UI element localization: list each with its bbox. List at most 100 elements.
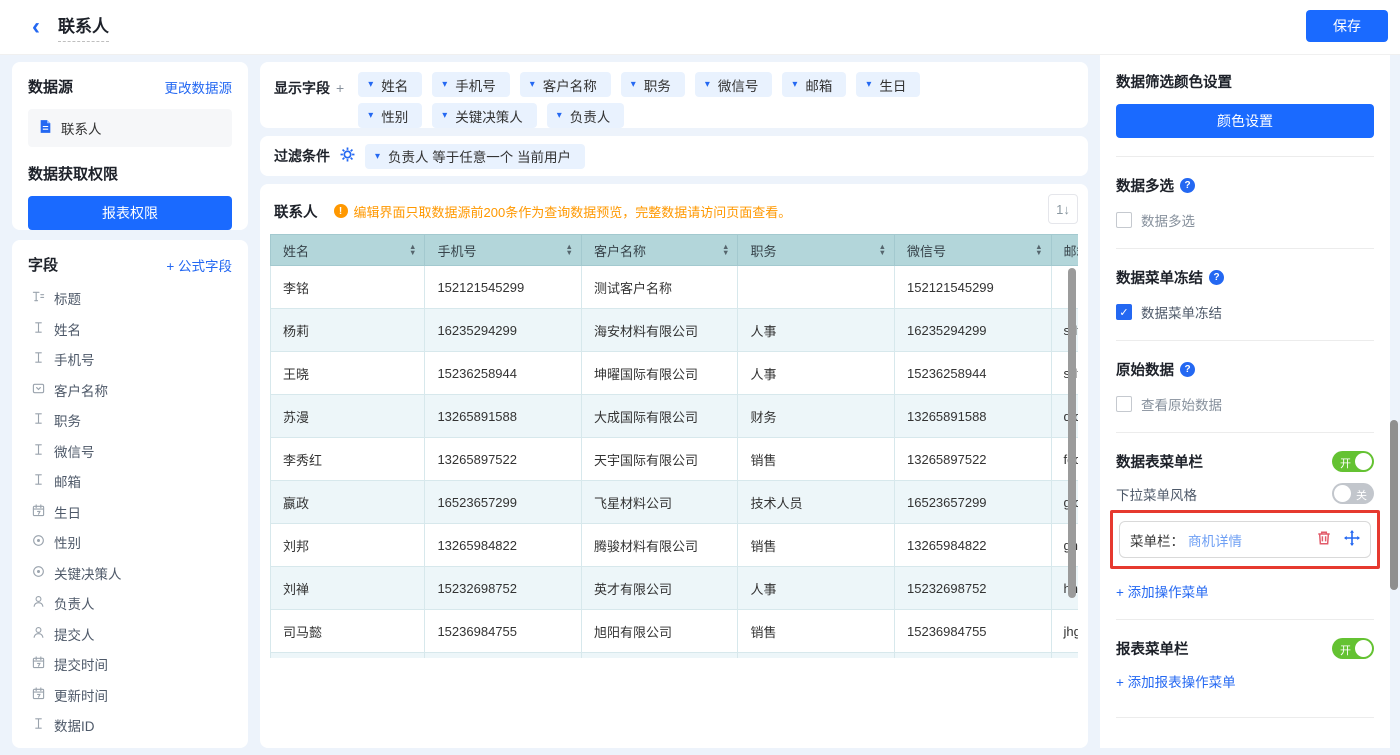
trash-icon[interactable] [1316, 530, 1332, 549]
table-row[interactable]: 司马懿15236984755旭阳有限公司销售15236984755jhgj@16 [271, 610, 1079, 653]
table-row[interactable]: 苏漫13265891588大成国际有限公司财务13265891588dfdf@1 [271, 395, 1079, 438]
field-item-提交人[interactable]: 提交人 [28, 619, 232, 650]
table-row[interactable]: 王晓15236258944坤曜国际有限公司人事15236258944sdfs@1 [271, 352, 1079, 395]
table-vertical-scrollbar[interactable] [1068, 268, 1076, 598]
field-item-客户名称[interactable]: 客户名称 [28, 375, 232, 406]
text-icon [32, 473, 45, 489]
chip-label: 微信号 [718, 75, 759, 95]
table-row[interactable]: 嬴政16523657299飞星材料公司技术人员16523657299gfdg@1 [271, 481, 1079, 524]
field-item-姓名[interactable]: 姓名 [28, 314, 232, 345]
column-header-微信号[interactable]: 微信号▲▼ [895, 235, 1052, 266]
field-item-微信号[interactable]: 微信号 [28, 436, 232, 467]
display-field-chip-手机号[interactable]: ▾手机号 [432, 72, 510, 97]
table-cell: 大成国际有限公司 [581, 395, 738, 438]
table-row[interactable]: 李铭152121545299测试客户名称152121545299 [271, 266, 1079, 309]
display-field-chip-性别[interactable]: ▾性别 [358, 103, 422, 128]
sort-carets-icon[interactable]: ▲▼ [566, 244, 573, 256]
calendar-icon [32, 687, 45, 703]
datasource-title: 数据源 [28, 76, 73, 97]
multi-select-checkbox-row[interactable]: 数据多选 [1116, 210, 1374, 230]
display-field-chip-姓名[interactable]: ▾姓名 [358, 72, 422, 97]
field-item-生日[interactable]: 生日 [28, 497, 232, 528]
sort-carets-icon[interactable]: ▲▼ [1035, 244, 1042, 256]
report-menu-title: 报表菜单栏 [1116, 638, 1189, 659]
table-menu-toggle[interactable]: 开 [1332, 451, 1374, 472]
table-row[interactable]: 杨莉16235294299海安材料有限公司人事16235294299sdfsd@ [271, 309, 1079, 352]
field-item-邮箱[interactable]: 邮箱 [28, 466, 232, 497]
display-field-chip-客户名称[interactable]: ▾客户名称 [520, 72, 611, 97]
color-settings-title: 数据筛选颜色设置 [1116, 71, 1374, 92]
display-field-chip-负责人[interactable]: ▾负责人 [547, 103, 625, 128]
menu-freeze-checkbox-row[interactable]: ✓ 数据菜单冻结 [1116, 302, 1374, 322]
field-item-手机号[interactable]: 手机号 [28, 344, 232, 375]
raw-data-checkbox-label: 查看原始数据 [1141, 394, 1222, 414]
display-field-chip-关键决策人[interactable]: ▾关键决策人 [432, 103, 537, 128]
column-header-邮箱[interactable]: 邮箱 [1051, 235, 1078, 266]
text-icon [32, 351, 45, 367]
chip-label: 姓名 [381, 75, 408, 95]
add-display-field-button[interactable]: + [336, 80, 344, 96]
checkbox-unchecked-icon[interactable] [1116, 396, 1132, 412]
filter-condition-chip[interactable]: ▾ 负责人 等于任意一个 当前用户 [365, 144, 585, 169]
sort-carets-icon[interactable]: ▲▼ [409, 244, 416, 256]
display-field-chip-生日[interactable]: ▾生日 [856, 72, 920, 97]
display-field-chip-微信号[interactable]: ▾微信号 [695, 72, 773, 97]
multi-select-checkbox-label: 数据多选 [1141, 210, 1195, 230]
gear-icon[interactable] [340, 147, 355, 165]
field-item-更新时间[interactable]: 更新时间 [28, 680, 232, 711]
chip-label: 客户名称 [543, 75, 597, 95]
calendar-icon [32, 504, 45, 520]
help-icon[interactable]: ? [1180, 178, 1195, 193]
column-header-手机号[interactable]: 手机号▲▼ [425, 235, 582, 266]
field-label: 性别 [54, 532, 81, 552]
field-item-提交时间[interactable]: 提交时间 [28, 649, 232, 680]
field-item-性别[interactable]: 性别 [28, 527, 232, 558]
table-cell: 15236258944 [425, 352, 582, 395]
field-item-数据ID[interactable]: 数据ID [28, 710, 232, 741]
change-datasource-link[interactable]: 更改数据源 [165, 77, 233, 97]
chevron-down-icon: ▾ [866, 79, 871, 90]
menu-bar-item[interactable]: 菜单栏： 商机详情 [1119, 521, 1371, 558]
chip-label: 职务 [644, 75, 671, 95]
save-button[interactable]: 保存 [1306, 10, 1388, 42]
table-scroll-area: 姓名▲▼手机号▲▼客户名称▲▼职务▲▼微信号▲▼邮箱李铭152121545299… [270, 234, 1078, 658]
field-item-标题[interactable]: 标题 [28, 283, 232, 314]
raw-data-checkbox-row[interactable]: 查看原始数据 [1116, 394, 1374, 414]
add-report-action-menu-link[interactable]: + 添加报表操作菜单 [1116, 671, 1374, 691]
report-permission-button[interactable]: 报表权限 [28, 196, 232, 230]
display-field-chip-职务[interactable]: ▾职务 [621, 72, 685, 97]
formula-field-link[interactable]: + 公式字段 [166, 255, 232, 275]
table-row[interactable]: 李秀红13265897522天宇国际有限公司销售13265897522fgdgf… [271, 438, 1079, 481]
table-row[interactable]: 刘禅15232698752英才有限公司人事15232698752hhgh@ [271, 567, 1079, 610]
checkbox-unchecked-icon[interactable] [1116, 212, 1132, 228]
field-item-关键决策人[interactable]: 关键决策人 [28, 558, 232, 589]
table-cell: 16235294299 [895, 309, 1052, 352]
select-icon [32, 382, 45, 398]
filter-card: 过滤条件 ▾ 负责人 等于任意一个 当前用户 [260, 136, 1088, 176]
field-item-负责人[interactable]: 负责人 [28, 588, 232, 619]
menu-bar-value[interactable]: 商机详情 [1188, 530, 1242, 550]
sort-carets-icon[interactable]: ▲▼ [879, 244, 886, 256]
column-header-职务[interactable]: 职务▲▼ [738, 235, 895, 266]
table-row-partial [271, 653, 1079, 659]
dropdown-style-toggle[interactable]: 关 [1332, 483, 1374, 504]
datasource-item[interactable]: 联系人 [28, 109, 232, 147]
move-icon[interactable] [1344, 530, 1360, 549]
help-icon[interactable]: ? [1180, 362, 1195, 377]
page-vertical-scrollbar[interactable] [1390, 420, 1398, 590]
checkbox-checked-icon[interactable]: ✓ [1116, 304, 1132, 320]
field-item-职务[interactable]: 职务 [28, 405, 232, 436]
toggle-knob [1334, 485, 1351, 502]
sort-carets-icon[interactable]: ▲▼ [722, 244, 729, 256]
display-field-chip-邮箱[interactable]: ▾邮箱 [782, 72, 846, 97]
column-header-客户名称[interactable]: 客户名称▲▼ [581, 235, 738, 266]
help-icon[interactable]: ? [1209, 270, 1224, 285]
sort-order-button[interactable]: 1↓ [1048, 194, 1078, 224]
add-action-menu-link[interactable]: + 添加操作菜单 [1116, 581, 1374, 601]
report-menu-toggle[interactable]: 开 [1332, 638, 1374, 659]
column-header-姓名[interactable]: 姓名▲▼ [271, 235, 425, 266]
report-designer-page: ‹ 联系人 保存 数据源 更改数据源 联系人 数据获取权限 报表权限 字段 + … [0, 0, 1400, 755]
back-icon[interactable]: ‹ [32, 15, 40, 39]
table-row[interactable]: 刘邦13265984822腾骏材料有限公司销售13265984822ghg@16 [271, 524, 1079, 567]
color-settings-button[interactable]: 颜色设置 [1116, 104, 1374, 138]
